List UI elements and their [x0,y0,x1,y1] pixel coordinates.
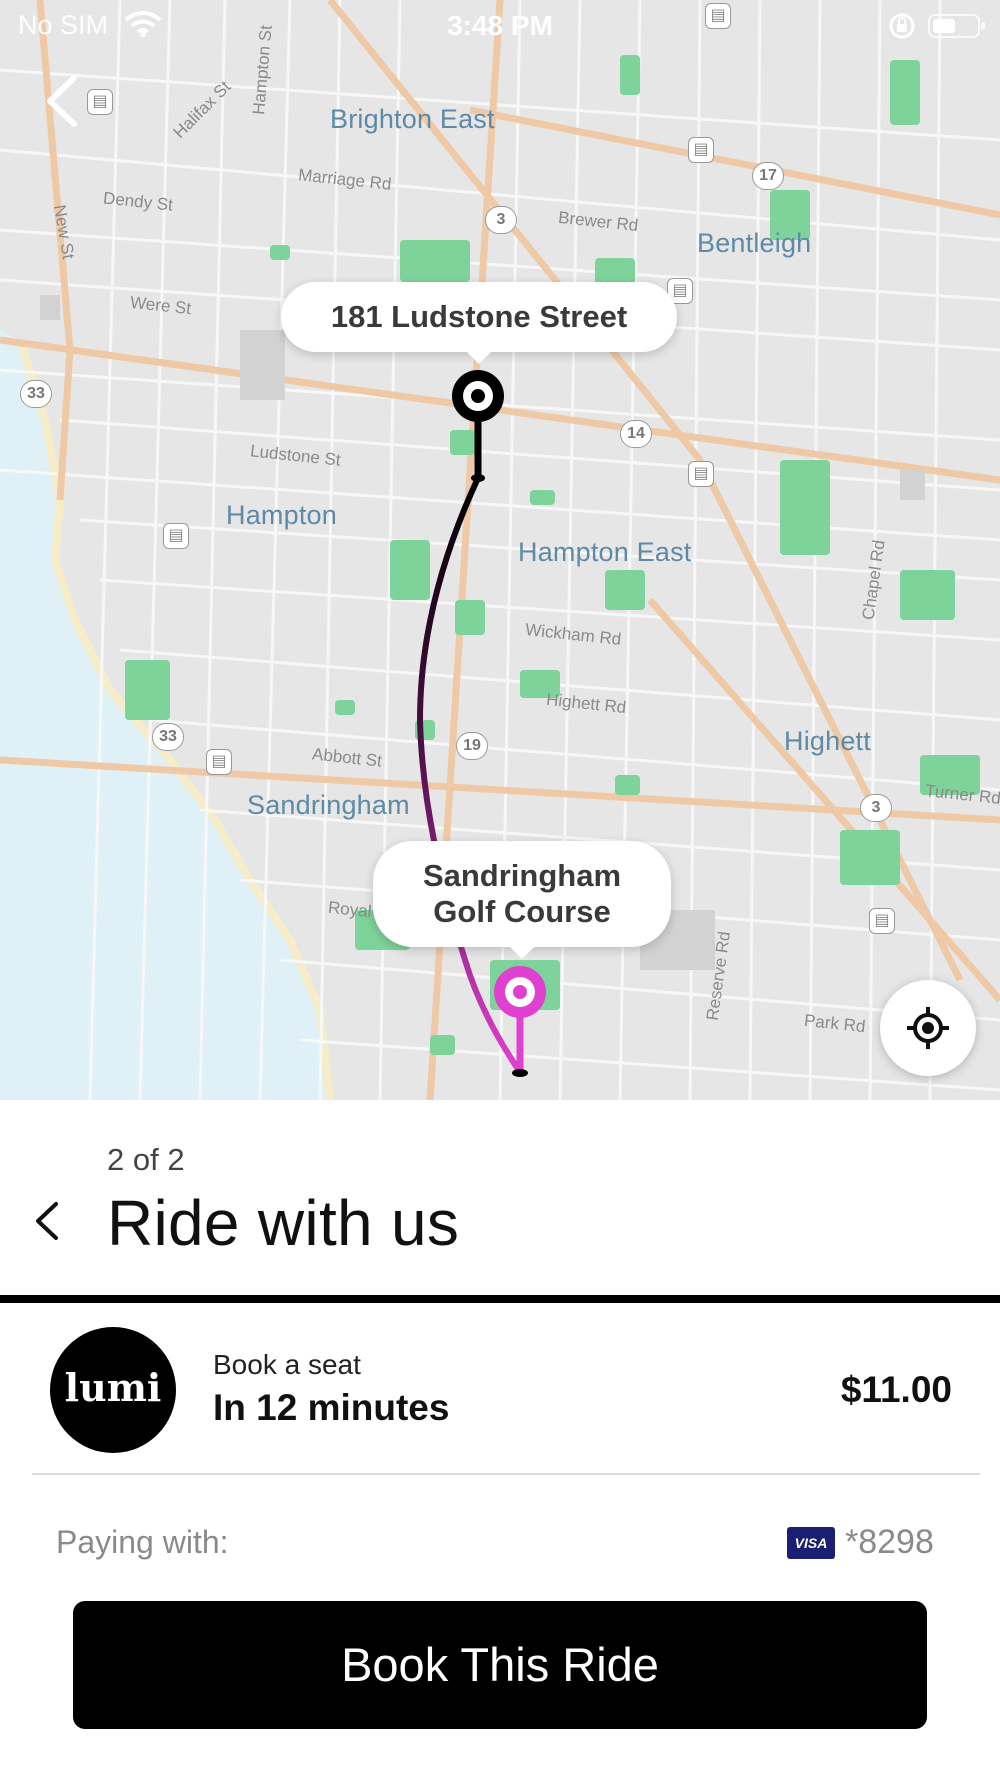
route-shield: 3 [860,794,892,822]
ride-eta: In 12 minutes [213,1387,450,1428]
chevron-left-icon [47,75,77,127]
book-ride-button[interactable]: Book This Ride [73,1601,927,1729]
route-shield: 33 [152,723,184,751]
divider [32,1473,980,1475]
origin-address: 181 Ludstone Street [330,299,628,334]
place-label: Highett [784,726,871,756]
step-indicator: 2 of 2 [107,1142,185,1177]
place-label: Bentleigh [697,228,812,258]
train-station-icon: ▤ [206,749,232,775]
card-number[interactable]: *8298 [845,1523,934,1562]
page-title: Ride with us [107,1187,460,1259]
destination-callout[interactable]: Sandringham Golf Course [373,841,671,959]
place-label: Hampton [226,500,337,530]
train-station-icon: ▤ [688,137,714,163]
ride-price: $11.00 [840,1369,952,1410]
place-label: Hampton East [518,537,692,567]
place-label: Sandringham [247,790,410,820]
route-shield: 17 [752,162,784,190]
map-view[interactable]: Brighton East Bentleigh Hampton Hampton … [0,0,1000,1100]
clock: 3:48 PM [447,10,553,41]
sheet-back-button[interactable] [30,1196,80,1256]
status-bar: No SIM 3:48 PM [0,0,1000,50]
chevron-left-icon [36,1202,58,1240]
train-station-icon: ▤ [163,523,189,549]
destination-name-line1: Sandringham [422,858,622,893]
destination-name-line2: Golf Course [433,894,611,929]
lumi-logo: lumi [50,1327,176,1453]
recenter-location-button[interactable] [880,980,976,1076]
route-shield: 33 [20,380,52,408]
ride-option-card[interactable]: lumi Book a seat In 12 minutes $11.00 [0,1305,1000,1475]
route-shield: 3 [485,206,517,234]
destination-pin-icon [494,966,546,1018]
route-shield: 14 [620,420,652,448]
orientation-lock-icon [889,13,915,39]
train-station-icon: ▤ [869,908,895,934]
ride-type-label: Book a seat [213,1349,361,1380]
origin-callout[interactable]: 181 Ludstone Street [281,282,677,364]
origin-pin-icon [452,370,504,422]
place-label: Brighton East [330,104,495,134]
train-station-icon: ▤ [688,461,714,487]
visa-card-icon[interactable]: VISA [787,1527,835,1559]
battery-icon [928,14,985,38]
route-shield: 19 [456,732,488,760]
title-divider [0,1295,1000,1303]
crosshair-icon [907,1007,949,1049]
payment-label: Paying with: [56,1524,229,1560]
back-button[interactable] [42,74,92,130]
